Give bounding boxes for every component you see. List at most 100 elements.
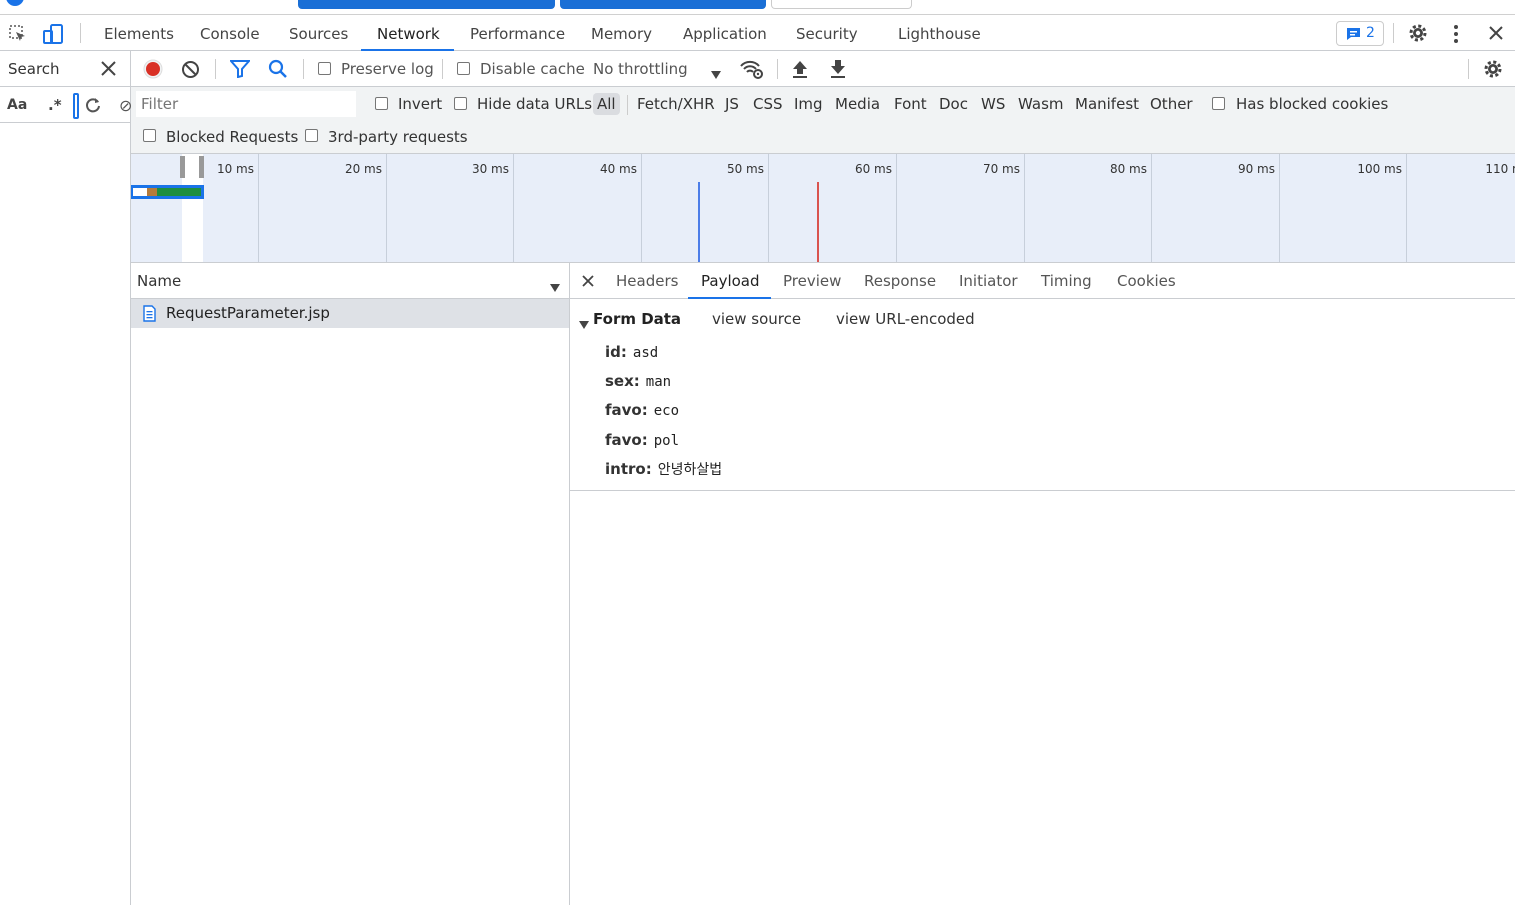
tab-cookies[interactable]: Cookies	[1117, 272, 1176, 290]
type-filter-js[interactable]: JS	[725, 95, 739, 113]
request-list-header[interactable]: Name	[131, 263, 569, 299]
network-conditions-icon[interactable]	[739, 58, 765, 84]
regex-toggle[interactable]: .*	[48, 96, 62, 114]
timeline-gridline	[1279, 154, 1280, 262]
type-filter-img[interactable]: Img	[794, 95, 823, 113]
payload-section: Form Data view source view URL-encoded i…	[570, 299, 1515, 491]
device-toolbar-icon[interactable]	[42, 23, 64, 49]
network-settings-gear-icon[interactable]	[1483, 59, 1503, 83]
type-filter-ws[interactable]: WS	[981, 95, 1005, 113]
tab-preview[interactable]: Preview	[783, 272, 841, 290]
upload-har-icon[interactable]	[792, 59, 808, 83]
view-source-link[interactable]: view source	[712, 310, 801, 328]
browser-tab[interactable]	[298, 0, 555, 9]
third-party-requests-checkbox[interactable]	[305, 129, 318, 142]
browser-tab[interactable]	[560, 0, 766, 9]
timeline-handle-left[interactable]	[180, 156, 185, 178]
timeline-tick-label: 110 ms	[1485, 162, 1515, 176]
form-data-title[interactable]: Form Data	[593, 310, 681, 328]
sort-chevron-down-icon[interactable]	[550, 278, 560, 296]
tab-security[interactable]: Security	[796, 25, 858, 43]
form-field-value: 안녕하살법	[657, 462, 723, 478]
form-field-value: eco	[653, 403, 680, 419]
download-har-icon[interactable]	[830, 59, 846, 83]
detail-tabbar: Headers Payload Preview Response Initiat…	[570, 263, 1515, 299]
table-row[interactable]: RequestParameter.jsp	[131, 299, 569, 328]
tab-initiator[interactable]: Initiator	[959, 272, 1018, 290]
clear-icon[interactable]	[181, 60, 200, 83]
timeline-tick-label: 30 ms	[471, 162, 509, 176]
type-filter-other[interactable]: Other	[1150, 95, 1193, 113]
search-panel-title[interactable]: Search	[8, 60, 60, 78]
tab-timing[interactable]: Timing	[1041, 272, 1092, 290]
type-filter-css[interactable]: CSS	[753, 95, 783, 113]
view-url-encoded-link[interactable]: view URL-encoded	[836, 310, 975, 328]
type-filter-doc[interactable]: Doc	[939, 95, 968, 113]
type-filter-media[interactable]: Media	[835, 95, 880, 113]
clear-search-icon[interactable]: ⊘	[119, 96, 131, 115]
close-detail-icon[interactable]	[582, 273, 594, 291]
type-filter-all[interactable]: All	[593, 93, 620, 115]
divider	[1393, 23, 1394, 43]
form-field: id: asd	[605, 343, 658, 361]
type-filter-wasm[interactable]: Wasm	[1018, 95, 1064, 113]
form-field: sex: man	[605, 372, 671, 390]
settings-gear-icon[interactable]	[1408, 23, 1428, 47]
request-list-pane: Name RequestParameter.jsp	[131, 263, 570, 905]
filter-funnel-icon[interactable]	[228, 60, 252, 82]
close-search-icon[interactable]	[101, 61, 116, 80]
chevron-down-icon[interactable]	[711, 65, 721, 83]
browser-tab-strip	[0, 0, 1515, 14]
search-icon[interactable]	[268, 59, 288, 83]
disable-cache-label: Disable cache	[480, 60, 585, 78]
invert-checkbox[interactable]	[375, 97, 388, 110]
tab-lighthouse[interactable]: Lighthouse	[898, 25, 981, 43]
network-toolbar: Preserve log Disable cache No throttling	[131, 51, 1515, 87]
tab-elements[interactable]: Elements	[104, 25, 174, 43]
match-case-toggle[interactable]: Aa	[7, 97, 27, 113]
tab-headers[interactable]: Headers	[616, 272, 678, 290]
more-options-icon[interactable]	[1452, 24, 1460, 48]
form-field-key: intro:	[605, 460, 652, 478]
filter-input[interactable]	[136, 91, 356, 117]
tab-application[interactable]: Application	[683, 25, 767, 43]
type-filter-font[interactable]: Font	[894, 95, 927, 113]
throttling-select[interactable]: No throttling	[593, 60, 688, 78]
issues-badge[interactable]: 2	[1336, 21, 1384, 46]
type-filter-fetch-xhr[interactable]: Fetch/XHR	[637, 95, 715, 113]
search-options-row: Aa .* ⊘	[0, 87, 131, 123]
timeline-overview[interactable]: 10 ms 20 ms 30 ms 40 ms 50 ms 60 ms 70 ms 80 ms…	[131, 154, 1515, 263]
refresh-icon[interactable]	[84, 96, 102, 118]
tab-payload[interactable]: Payload	[701, 272, 760, 290]
preserve-log-label: Preserve log	[341, 60, 434, 78]
tab-response[interactable]: Response	[864, 272, 936, 290]
search-input[interactable]	[73, 93, 79, 119]
tab-network[interactable]: Network	[377, 25, 440, 43]
preserve-log-checkbox[interactable]	[318, 62, 331, 75]
blocked-requests-label: Blocked Requests	[166, 128, 299, 146]
form-field-value: asd	[632, 345, 659, 361]
tab-memory[interactable]: Memory	[591, 25, 652, 43]
disable-cache-checkbox[interactable]	[457, 62, 470, 75]
timeline-gridline	[258, 154, 259, 262]
has-blocked-cookies-checkbox[interactable]	[1212, 97, 1225, 110]
form-field-key: favo:	[605, 401, 648, 419]
divider	[777, 59, 778, 79]
tab-sources[interactable]: Sources	[289, 25, 348, 43]
name-column-header[interactable]: Name	[137, 272, 181, 290]
hide-data-urls-checkbox[interactable]	[454, 97, 467, 110]
type-filter-manifest[interactable]: Manifest	[1075, 95, 1139, 113]
expand-triangle-icon[interactable]	[579, 315, 589, 333]
tab-console[interactable]: Console	[200, 25, 260, 43]
has-blocked-cookies-label: Has blocked cookies	[1236, 95, 1389, 113]
inspect-element-icon[interactable]	[8, 24, 28, 48]
third-party-requests-label: 3rd-party requests	[328, 128, 468, 146]
close-devtools-icon[interactable]	[1488, 25, 1504, 45]
browser-favicon	[6, 0, 24, 6]
timeline-tick-label: 80 ms	[1109, 162, 1147, 176]
browser-tab[interactable]	[771, 0, 912, 9]
timeline-gridline	[896, 154, 897, 262]
record-icon[interactable]	[143, 59, 163, 83]
tab-performance[interactable]: Performance	[470, 25, 565, 43]
blocked-requests-checkbox[interactable]	[143, 129, 156, 142]
